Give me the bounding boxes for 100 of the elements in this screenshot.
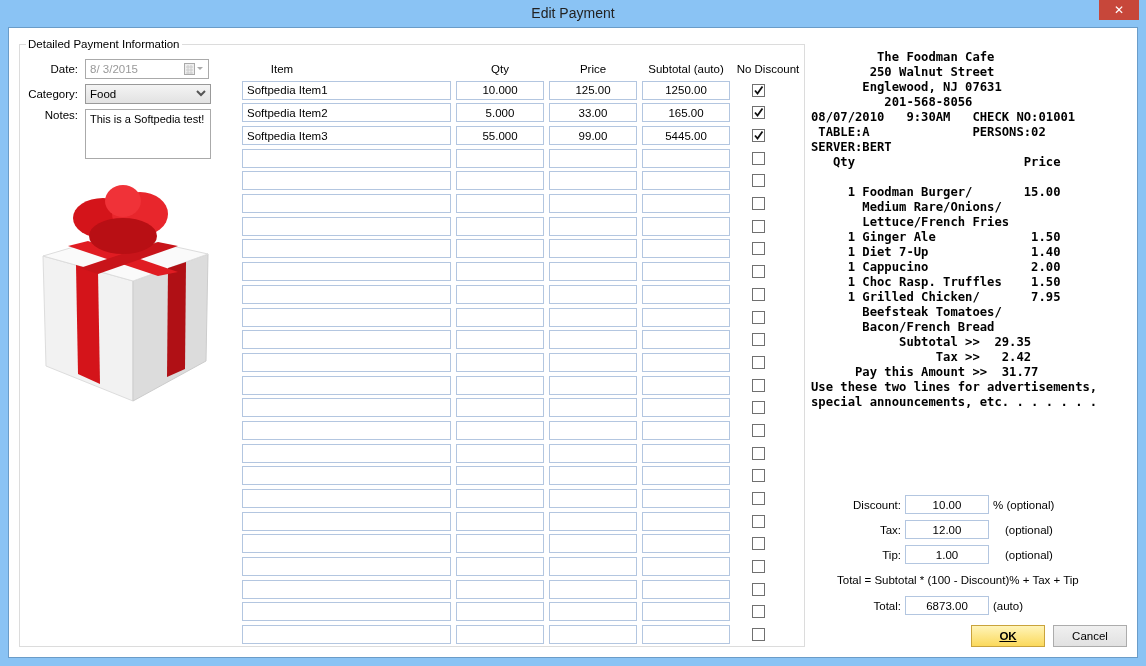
price-field[interactable] (549, 216, 637, 236)
no-discount-checkbox[interactable] (751, 446, 765, 460)
qty-field[interactable] (456, 262, 544, 282)
no-discount-checkbox[interactable] (751, 423, 765, 437)
price-field[interactable] (549, 579, 637, 599)
item-field[interactable] (242, 579, 451, 599)
qty-field[interactable] (456, 511, 544, 531)
subtotal-field[interactable]: 5445.00 (642, 126, 730, 146)
subtotal-field[interactable] (642, 557, 730, 577)
price-field[interactable] (549, 194, 637, 214)
summary-field[interactable]: 1.00 (905, 545, 989, 564)
no-discount-checkbox[interactable] (751, 174, 765, 188)
item-field[interactable] (242, 466, 451, 486)
item-field[interactable] (242, 557, 451, 577)
price-field[interactable] (549, 171, 637, 191)
no-discount-checkbox[interactable] (751, 605, 765, 619)
no-discount-checkbox[interactable] (751, 265, 765, 279)
summary-field[interactable]: 10.00 (905, 495, 989, 514)
qty-field[interactable] (456, 330, 544, 350)
qty-field[interactable] (456, 284, 544, 304)
no-discount-checkbox[interactable] (751, 287, 765, 301)
no-discount-checkbox[interactable] (751, 106, 765, 120)
subtotal-field[interactable] (642, 352, 730, 372)
price-field[interactable] (549, 307, 637, 327)
price-field[interactable] (549, 489, 637, 509)
qty-field[interactable] (456, 352, 544, 372)
summary-field[interactable]: 12.00 (905, 520, 989, 539)
price-field[interactable] (549, 375, 637, 395)
item-field[interactable] (242, 216, 451, 236)
price-field[interactable]: 125.00 (549, 80, 637, 100)
subtotal-field[interactable] (642, 489, 730, 509)
no-discount-checkbox[interactable] (751, 219, 765, 233)
item-field[interactable] (242, 284, 451, 304)
qty-field[interactable] (456, 194, 544, 214)
subtotal-field[interactable] (642, 534, 730, 554)
item-field[interactable]: Softpedia Item3 (242, 126, 451, 146)
price-field[interactable] (549, 284, 637, 304)
item-field[interactable] (242, 330, 451, 350)
no-discount-checkbox[interactable] (751, 628, 765, 642)
no-discount-checkbox[interactable] (751, 401, 765, 415)
subtotal-field[interactable] (642, 443, 730, 463)
subtotal-field[interactable] (642, 511, 730, 531)
subtotal-field[interactable]: 1250.00 (642, 80, 730, 100)
no-discount-checkbox[interactable] (751, 582, 765, 596)
qty-field[interactable] (456, 466, 544, 486)
item-field[interactable] (242, 420, 451, 440)
qty-field[interactable] (456, 375, 544, 395)
item-field[interactable] (242, 171, 451, 191)
no-discount-checkbox[interactable] (751, 151, 765, 165)
price-field[interactable] (549, 239, 637, 259)
qty-field[interactable] (456, 489, 544, 509)
subtotal-field[interactable] (642, 239, 730, 259)
item-field[interactable] (242, 262, 451, 282)
item-field[interactable]: Softpedia Item2 (242, 103, 451, 123)
subtotal-field[interactable] (642, 262, 730, 282)
price-field[interactable] (549, 511, 637, 531)
price-field[interactable] (549, 625, 637, 645)
no-discount-checkbox[interactable] (751, 560, 765, 574)
subtotal-field[interactable]: 165.00 (642, 103, 730, 123)
subtotal-field[interactable] (642, 284, 730, 304)
no-discount-checkbox[interactable] (751, 514, 765, 528)
item-field[interactable] (242, 602, 451, 622)
qty-field[interactable]: 55.000 (456, 126, 544, 146)
subtotal-field[interactable] (642, 579, 730, 599)
no-discount-checkbox[interactable] (751, 333, 765, 347)
item-field[interactable] (242, 375, 451, 395)
no-discount-checkbox[interactable] (751, 197, 765, 211)
price-field[interactable] (549, 148, 637, 168)
no-discount-checkbox[interactable] (751, 378, 765, 392)
total-field[interactable]: 6873.00 (905, 596, 989, 615)
price-field[interactable] (549, 352, 637, 372)
qty-field[interactable]: 10.000 (456, 80, 544, 100)
qty-field[interactable] (456, 443, 544, 463)
ok-button[interactable]: OK (971, 625, 1045, 647)
price-field[interactable] (549, 466, 637, 486)
subtotal-field[interactable] (642, 602, 730, 622)
qty-field[interactable] (456, 579, 544, 599)
qty-field[interactable] (456, 557, 544, 577)
subtotal-field[interactable] (642, 148, 730, 168)
subtotal-field[interactable] (642, 330, 730, 350)
price-field[interactable]: 99.00 (549, 126, 637, 146)
no-discount-checkbox[interactable] (751, 492, 765, 506)
notes-field[interactable]: This is a Softpedia test! (85, 108, 211, 159)
price-field[interactable] (549, 443, 637, 463)
price-field[interactable] (549, 398, 637, 418)
item-field[interactable] (242, 489, 451, 509)
price-field[interactable] (549, 557, 637, 577)
cancel-button[interactable]: Cancel (1053, 625, 1127, 647)
item-field[interactable] (242, 511, 451, 531)
subtotal-field[interactable] (642, 420, 730, 440)
close-button[interactable]: ✕ (1099, 0, 1139, 20)
subtotal-field[interactable] (642, 466, 730, 486)
no-discount-checkbox[interactable] (751, 355, 765, 369)
subtotal-field[interactable] (642, 171, 730, 191)
item-field[interactable] (242, 398, 451, 418)
qty-field[interactable] (456, 307, 544, 327)
no-discount-checkbox[interactable] (751, 83, 765, 97)
no-discount-checkbox[interactable] (751, 310, 765, 324)
item-field[interactable] (242, 534, 451, 554)
item-field[interactable] (242, 194, 451, 214)
